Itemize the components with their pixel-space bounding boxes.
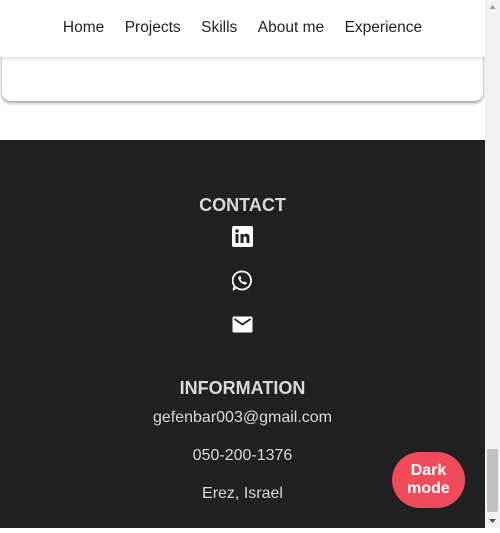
dark-mode-button[interactable]: Dark mode <box>392 452 465 508</box>
information-title: INFORMATION <box>179 378 306 398</box>
whatsapp-icon <box>231 270 252 290</box>
nav-item-projects[interactable]: Projects <box>125 19 181 37</box>
top-navbar: Home Projects Skills About me Experience <box>0 0 485 57</box>
contact-title: CONTACT <box>199 195 286 215</box>
dark-mode-label-line2: mode <box>407 480 450 497</box>
mail-icon <box>232 316 252 332</box>
scroll-up-arrow-icon[interactable] <box>485 0 500 14</box>
linkedin-icon <box>231 225 253 247</box>
nav-item-home[interactable]: Home <box>63 19 104 37</box>
linkedin-link[interactable] <box>231 225 253 247</box>
nav-item-about-me[interactable]: About me <box>258 19 324 37</box>
dark-mode-label: Dark mode <box>407 462 450 498</box>
scrollbar-thumb[interactable] <box>487 449 498 512</box>
vertical-scrollbar[interactable] <box>485 0 500 528</box>
dark-mode-label-line1: Dark <box>410 462 447 479</box>
scroll-down-arrow-icon[interactable] <box>485 514 500 528</box>
email-text: gefenbar003@gmail.com <box>152 409 332 426</box>
page: Home Projects Skills About me Experience… <box>0 0 485 528</box>
nav-item-experience[interactable]: Experience <box>345 19 423 37</box>
whatsapp-link[interactable] <box>231 269 253 291</box>
mail-link[interactable] <box>231 313 253 335</box>
nav-item-skills[interactable]: Skills <box>201 19 237 37</box>
nav-list: Home Projects Skills About me Experience <box>0 19 485 37</box>
